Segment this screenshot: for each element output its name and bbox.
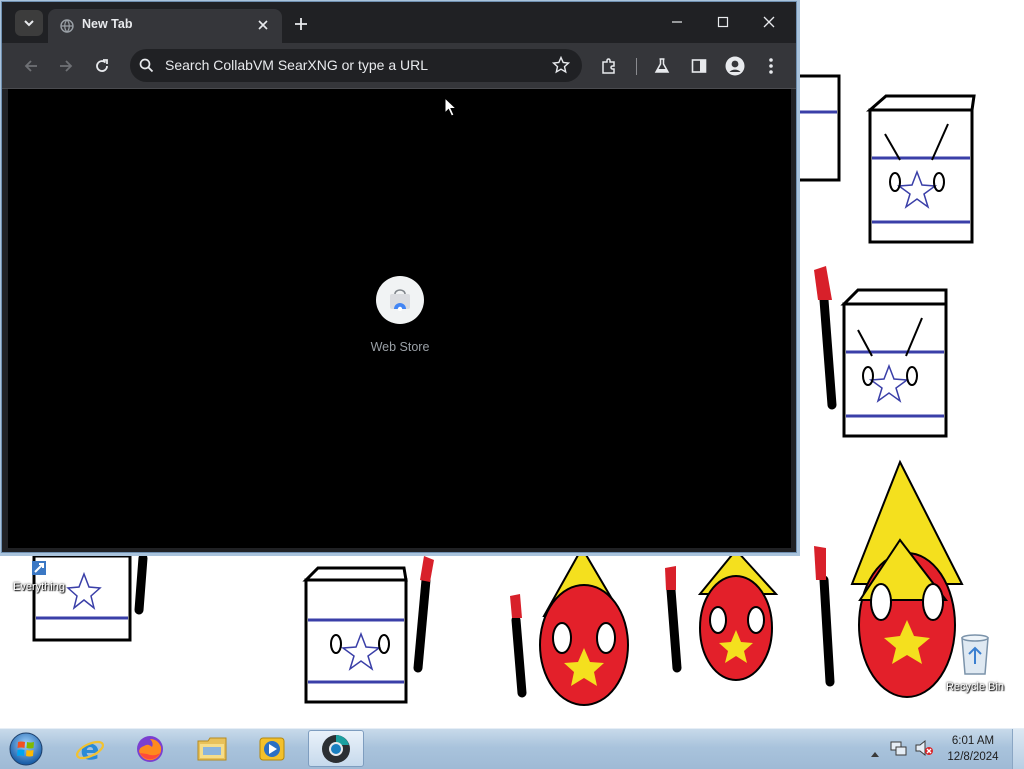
reload-button[interactable] [89,53,115,79]
close-window-button[interactable] [746,8,792,36]
svg-text:e: e [81,733,100,765]
extensions-button[interactable] [596,53,622,79]
back-button[interactable] [18,53,44,79]
close-icon [258,20,268,30]
taskbar: e 6:01 AM 12/8/2024 [0,728,1024,769]
profile-icon [725,56,745,76]
taskbar-internet-explorer[interactable]: e [62,730,118,767]
bookmark-star-button[interactable] [551,55,571,78]
taskbar-clock[interactable]: 6:01 AM 12/8/2024 [938,733,1008,765]
show-desktop-button[interactable] [1012,729,1024,769]
new-tab-button[interactable] [290,13,312,35]
desktop-icon-everything[interactable]: Everything [4,560,74,593]
show-hidden-icons-button[interactable] [870,743,880,762]
maximize-icon [717,16,729,28]
web-store-icon [390,289,410,311]
side-panel-button[interactable] [686,53,712,79]
taskbar-firefox[interactable] [122,730,178,767]
windows-logo-icon [9,732,43,766]
profile-button[interactable] [722,53,748,79]
labs-button[interactable] [649,53,675,79]
clock-time: 6:01 AM [951,735,995,747]
browser-toolbar: Search CollabVM SearXNG or type a URL [2,43,796,89]
firefox-icon [137,735,163,762]
plus-icon [295,18,307,30]
reload-icon [96,59,108,72]
forward-button[interactable] [53,53,79,79]
clock-date: 12/8/2024 [947,751,999,763]
network-tray-button[interactable] [890,739,908,761]
recycle-bin-icon [957,634,993,679]
globe-icon [60,18,74,37]
everything-icon [31,561,47,579]
mouse-cursor [444,97,458,117]
desktop-icon-label: Everything [13,581,65,593]
shortcut-web-store[interactable]: Web Store [360,273,440,354]
kebab-menu-icon [769,58,773,74]
maximize-button[interactable] [700,8,746,36]
close-icon [763,16,775,28]
flask-icon [654,58,670,73]
chevron-up-icon [871,752,879,757]
toolbar-separator [636,58,637,75]
shortcut-label: Web Store [370,340,430,354]
star-icon [551,55,571,74]
internet-explorer-icon: e [75,733,105,765]
tab-new-tab[interactable]: New Tab [48,9,282,43]
tab-title: New Tab [82,17,133,31]
browser-window: New Tab Search CollabVM SearXNG or type … [1,1,797,553]
puzzle-icon [602,58,615,74]
forward-arrow-icon [60,60,73,72]
tab-search-button[interactable] [15,10,43,36]
search-icon [139,58,154,77]
shortcut-icon-circle [376,276,424,324]
tab-close-button[interactable] [254,16,272,34]
start-button[interactable] [6,730,46,768]
media-player-icon [259,737,285,760]
taskbar-chrome[interactable] [308,730,364,767]
desktop-icon-recycle-bin[interactable]: Recycle Bin [940,632,1010,693]
file-explorer-icon [197,737,227,760]
chrome-icon [322,734,350,763]
taskbar-file-explorer[interactable] [184,730,240,767]
minimize-button[interactable] [654,8,700,36]
tab-strip: New Tab [2,2,796,43]
address-bar[interactable]: Search CollabVM SearXNG or type a URL [130,49,582,82]
side-panel-icon [691,59,707,73]
taskbar-media-player[interactable] [244,730,300,767]
new-tab-page: Web Store [8,89,791,548]
volume-tray-button[interactable] [914,739,934,761]
network-icon [890,741,907,756]
minimize-icon [672,21,682,23]
browser-menu-button[interactable] [758,53,784,79]
volume-muted-icon [915,739,933,757]
back-arrow-icon [24,60,37,72]
address-bar-placeholder: Search CollabVM SearXNG or type a URL [165,57,428,73]
chevron-down-icon [23,14,35,33]
desktop-icon-label: Recycle Bin [945,681,1005,693]
